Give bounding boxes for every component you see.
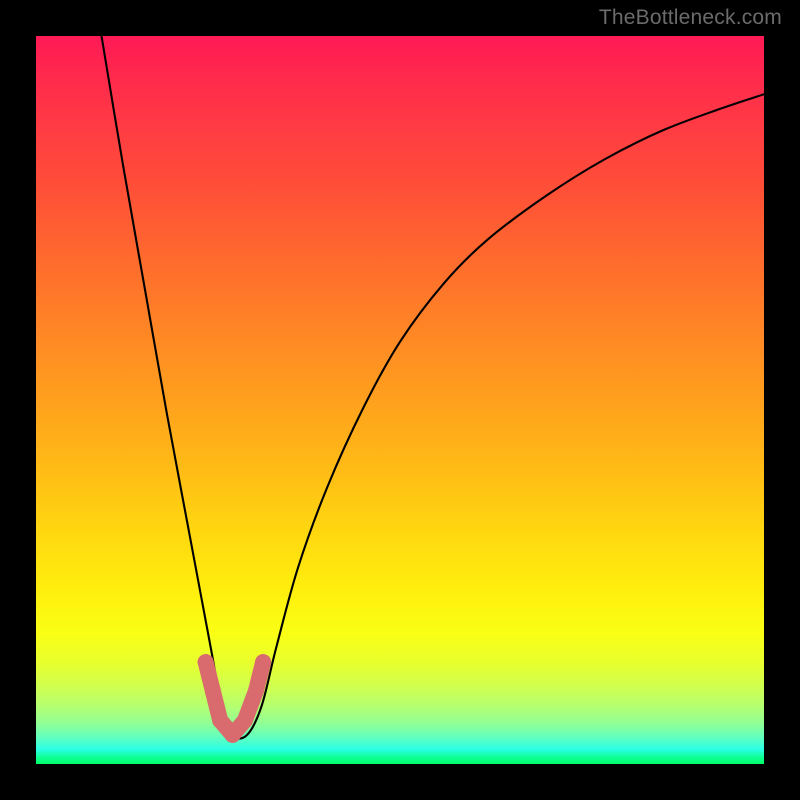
chart-svg <box>36 36 764 764</box>
watermark-label: TheBottleneck.com <box>599 6 782 30</box>
chart-frame: TheBottleneck.com <box>0 0 800 800</box>
plot-area <box>36 36 764 764</box>
valley-marker <box>198 654 272 743</box>
bottleneck-curve <box>102 36 764 739</box>
